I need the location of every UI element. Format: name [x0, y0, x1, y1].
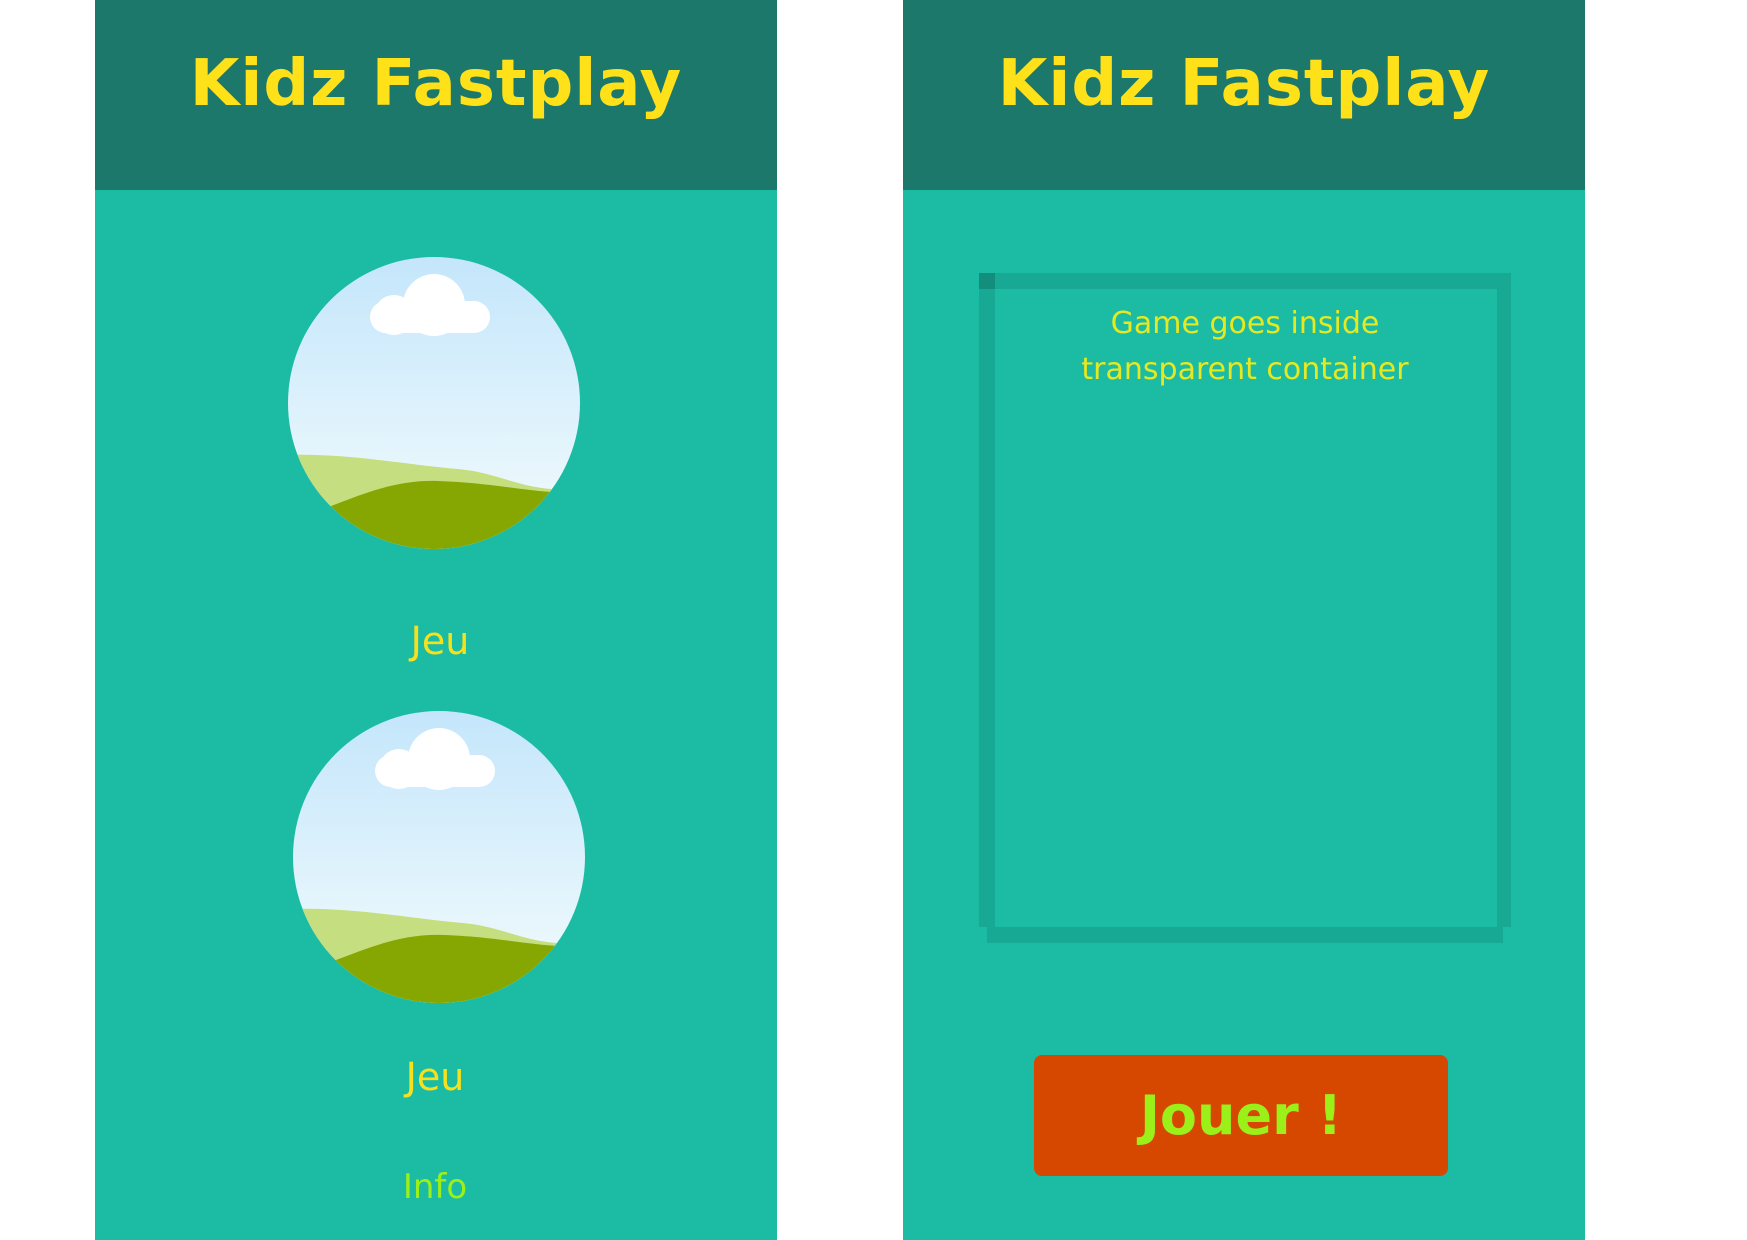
game-container[interactable]: Game goes inside transparent container [979, 273, 1511, 943]
play-button[interactable]: Jouer ! [1034, 1055, 1448, 1176]
app-title: Kidz Fastplay [997, 47, 1491, 121]
landscape-image [293, 711, 585, 1003]
placeholder-line: transparent container [1081, 352, 1409, 387]
landscape-image [288, 257, 580, 549]
game-thumbnail[interactable] [293, 711, 585, 1003]
container-border [979, 273, 1511, 289]
container-border [987, 927, 1503, 943]
game-screen: Kidz Fastplay Game goes inside transpare… [903, 0, 1585, 1240]
container-border [979, 273, 995, 927]
container-corner [979, 273, 995, 289]
container-border [1497, 273, 1511, 927]
game-label[interactable]: Jeu [340, 622, 540, 660]
game-label[interactable]: Jeu [335, 1058, 535, 1096]
game-thumbnail[interactable] [288, 257, 580, 549]
header: Kidz Fastplay [95, 0, 777, 190]
placeholder-line: Game goes inside [1110, 306, 1380, 341]
header: Kidz Fastplay [903, 0, 1585, 190]
app-title: Kidz Fastplay [189, 47, 683, 121]
info-link[interactable]: Info [335, 1170, 535, 1204]
game-placeholder-text: Game goes inside transparent container [1019, 301, 1471, 393]
play-button-label: Jouer ! [1139, 1084, 1343, 1147]
game-list-screen: Kidz Fastplay Jeu Jeu Info [95, 0, 777, 1240]
